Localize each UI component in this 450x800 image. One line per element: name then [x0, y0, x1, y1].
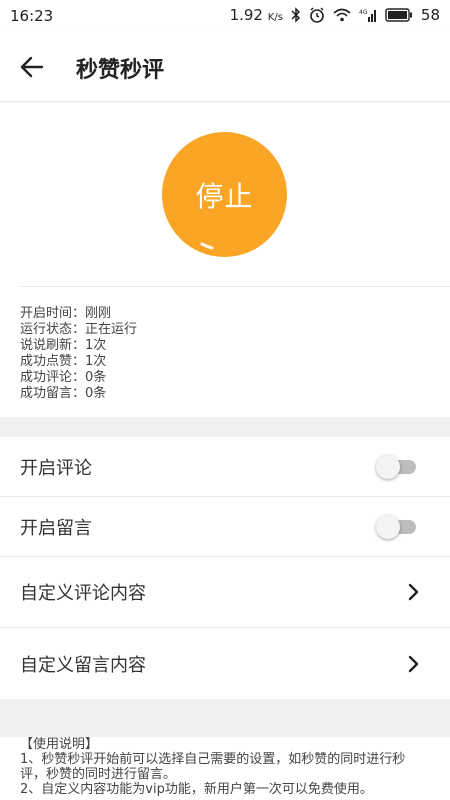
info-refresh-count: 说说刷新：1次	[20, 338, 107, 353]
back-arrow-icon	[20, 56, 44, 78]
battery-level: 58	[420, 6, 440, 24]
status-bar: 16:23 1.92 K/s 4G 58	[0, 0, 450, 32]
enable-message-row[interactable]: 开启留言	[0, 497, 450, 557]
progress-ring-icon	[200, 242, 214, 250]
notes-line-2: 2、自定义内容功能为vip功能，新用户第一次可以免费使用。	[20, 782, 373, 797]
info-start-time: 开启时间：刚刚	[20, 306, 112, 321]
enable-comment-row[interactable]: 开启评论	[0, 437, 450, 497]
wifi-icon	[333, 8, 351, 22]
chevron-right-icon	[408, 583, 419, 601]
status-icons: 1.92 K/s 4G 58	[230, 6, 440, 24]
run-info-list: 开启时间：刚刚 运行状态：正在运行 说说刷新：1次 成功点赞：1次 成功评论：0…	[20, 306, 137, 402]
signal-icon: 4G	[359, 9, 376, 22]
custom-message-row[interactable]: 自定义留言内容	[0, 628, 450, 699]
page-title: 秒赞秒评	[76, 58, 165, 83]
alarm-icon	[310, 7, 324, 23]
notes-title: 【使用说明】	[20, 737, 99, 752]
net-speed: 1.92 K/s	[229, 6, 283, 24]
info-run-status: 运行状态：正在运行	[20, 322, 138, 337]
back-button[interactable]	[18, 54, 46, 80]
battery-icon	[385, 8, 412, 22]
notes-line-1: 1、秒赞秒评开始前可以选择自己需要的设置，如秒赞的同时进行秒评，秒赞的同时进行留…	[20, 752, 406, 782]
enable-message-toggle[interactable]	[376, 514, 416, 539]
section-gap	[0, 699, 450, 737]
app-bar: 秒赞秒评	[0, 32, 450, 102]
enable-message-label: 开启留言	[20, 517, 92, 539]
custom-comment-label: 自定义评论内容	[20, 583, 146, 604]
settings-list: 开启评论 开启留言 自定义评论内容 自定义留言内容	[0, 437, 450, 699]
custom-message-label: 自定义留言内容	[20, 654, 146, 676]
usage-notes: 【使用说明】 1、秒赞秒评开始前可以选择自己需要的设置，如秒赞的同时进行秒评，秒…	[0, 737, 450, 800]
chevron-right-icon	[408, 655, 419, 672]
divider	[20, 286, 450, 287]
status-panel: 停止 开启时间：刚刚 运行状态：正在运行 说说刷新：1次 成功点赞：1次 成功评…	[0, 103, 450, 417]
info-message-count: 成功留言：0条	[20, 386, 107, 401]
section-gap	[0, 417, 450, 437]
toggle-thumb	[376, 454, 400, 479]
info-like-count: 成功点赞：1次	[20, 354, 107, 369]
info-comment-count: 成功评论：0条	[20, 370, 107, 385]
stop-button[interactable]: 停止	[162, 132, 287, 257]
bluetooth-icon	[291, 7, 300, 23]
enable-comment-label: 开启评论	[20, 457, 92, 479]
toggle-thumb	[376, 514, 400, 539]
svg-text:4G: 4G	[359, 9, 368, 16]
status-time: 16:23	[10, 7, 54, 25]
enable-comment-toggle[interactable]	[376, 454, 416, 479]
custom-comment-row[interactable]: 自定义评论内容	[0, 557, 450, 628]
